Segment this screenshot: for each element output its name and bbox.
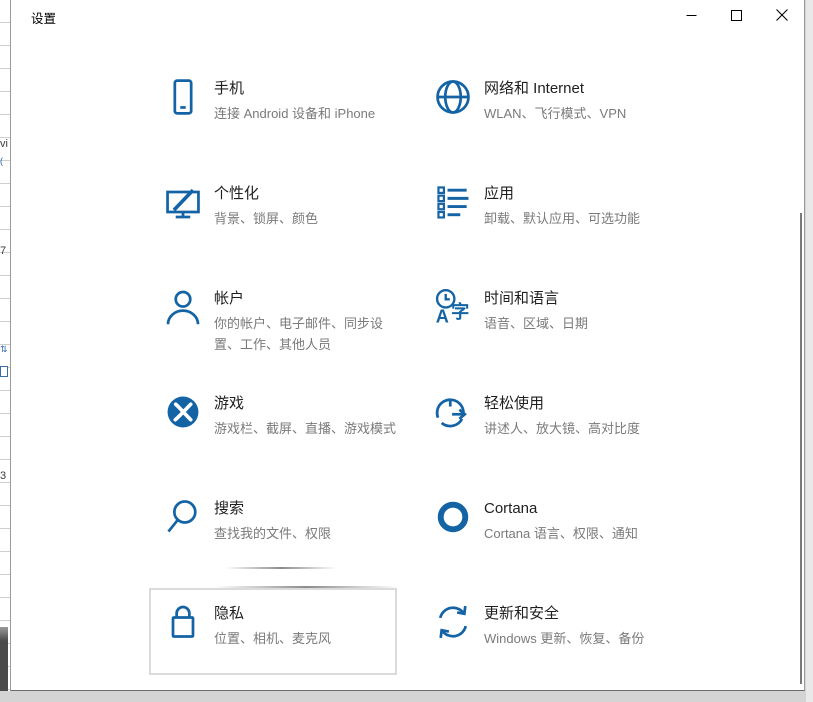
background-window-left-sliver: vi ( 7 ⇅ 3 <box>0 0 10 691</box>
tile-subtitle: 背景、锁屏、颜色 <box>214 211 319 226</box>
cortana-ring-icon <box>433 497 473 537</box>
clock-language-icon: A 字 <box>433 287 473 327</box>
lock-icon <box>163 602 203 642</box>
background-text-fragment: 7 <box>0 245 7 257</box>
background-text-fragment: 3 <box>0 470 7 482</box>
tile-personalization[interactable]: 个性化 背景、锁屏、颜色 <box>149 168 399 263</box>
background-cell-outline <box>0 366 8 377</box>
tile-subtitle: 讲述人、放大镜、高对比度 <box>484 421 641 436</box>
tile-title: Cortana <box>484 500 538 517</box>
svg-text:A: A <box>436 306 449 326</box>
tile-subtitle: 卸载、默认应用、可选功能 <box>484 211 641 226</box>
svg-text:字: 字 <box>451 301 469 322</box>
search-icon <box>163 497 203 537</box>
tile-search[interactable]: 搜索 查找我的文件、权限 <box>149 483 399 578</box>
tile-subtitle: 连接 Android 设备和 iPhone <box>214 106 376 121</box>
close-icon <box>775 9 788 21</box>
background-text-fragment: ( <box>0 156 3 166</box>
tile-network-internet[interactable]: 网络和 Internet WLAN、飞行模式、VPN <box>419 63 669 158</box>
tile-title: 帐户 <box>214 290 245 307</box>
background-dark-strip <box>0 627 8 691</box>
window-title: 设置 <box>31 12 57 26</box>
tile-title: 隐私 <box>214 605 245 622</box>
xbox-icon <box>163 392 203 432</box>
tile-title: 轻松使用 <box>484 395 545 412</box>
tile-ease-of-access[interactable]: 轻松使用 讲述人、放大镜、高对比度 <box>419 378 669 473</box>
tile-update-security[interactable]: 更新和安全 Windows 更新、恢复、备份 <box>419 588 669 683</box>
person-icon <box>163 287 203 327</box>
tile-title: 网络和 Internet <box>484 80 585 97</box>
tile-title: 手机 <box>214 80 245 97</box>
tile-title: 应用 <box>484 185 515 202</box>
tile-cortana[interactable]: Cortana Cortana 语言、权限、通知 <box>419 483 669 578</box>
tile-title: 游戏 <box>214 395 245 412</box>
tile-time-language[interactable]: A 字 时间和语言 语音、区域、日期 <box>419 273 669 368</box>
tile-subtitle: WLAN、飞行模式、VPN <box>484 106 627 121</box>
tile-gaming[interactable]: 游戏 游戏栏、截屏、直播、游戏模式 <box>149 378 399 473</box>
tile-subtitle: 位置、相机、麦克风 <box>214 631 332 646</box>
tile-phone[interactable]: 手机 连接 Android 设备和 iPhone <box>149 63 399 158</box>
tile-privacy[interactable]: 隐私 位置、相机、麦克风 <box>149 588 399 683</box>
sync-icon <box>433 602 473 642</box>
tile-title: 搜索 <box>214 500 245 517</box>
background-text-fragment: vi <box>0 138 8 150</box>
close-button[interactable] <box>759 0 804 30</box>
background-window-right-sliver <box>806 0 813 702</box>
vertical-scrollbar-thumb[interactable] <box>800 213 802 684</box>
minimize-icon <box>686 14 697 16</box>
tile-subtitle: 你的帐户、电子邮件、同步设置、工作、其他人员 <box>214 316 384 352</box>
settings-window: 设置 手机 连接 Android 设备和 iPhone 网络和 Internet… <box>10 0 805 691</box>
apps-list-icon <box>433 182 473 222</box>
tile-subtitle: Cortana 语言、权限、通知 <box>484 526 638 541</box>
tile-accounts[interactable]: 帐户 你的帐户、电子邮件、同步设置、工作、其他人员 <box>149 273 399 368</box>
tile-title: 时间和语言 <box>484 290 560 307</box>
settings-category-grid: 手机 连接 Android 设备和 iPhone 网络和 Internet WL… <box>149 63 669 683</box>
tile-title: 更新和安全 <box>484 605 560 622</box>
tile-subtitle: Windows 更新、恢复、备份 <box>484 631 645 646</box>
background-sort-arrows-icon: ⇅ <box>0 344 8 354</box>
tile-subtitle: 游戏栏、截屏、直播、游戏模式 <box>214 421 397 436</box>
tile-subtitle: 查找我的文件、权限 <box>214 526 332 541</box>
tile-title: 个性化 <box>214 185 260 202</box>
globe-icon <box>433 77 473 117</box>
titlebar[interactable]: 设置 <box>11 0 804 32</box>
minimize-button[interactable] <box>669 0 714 30</box>
tile-apps[interactable]: 应用 卸载、默认应用、可选功能 <box>419 168 669 263</box>
phone-icon <box>163 77 203 117</box>
tile-subtitle: 语音、区域、日期 <box>484 316 589 331</box>
maximize-icon <box>731 9 742 21</box>
maximize-button[interactable] <box>714 0 759 30</box>
ease-of-access-icon <box>433 392 473 432</box>
window-controls <box>669 0 804 30</box>
personalization-icon <box>163 182 203 222</box>
